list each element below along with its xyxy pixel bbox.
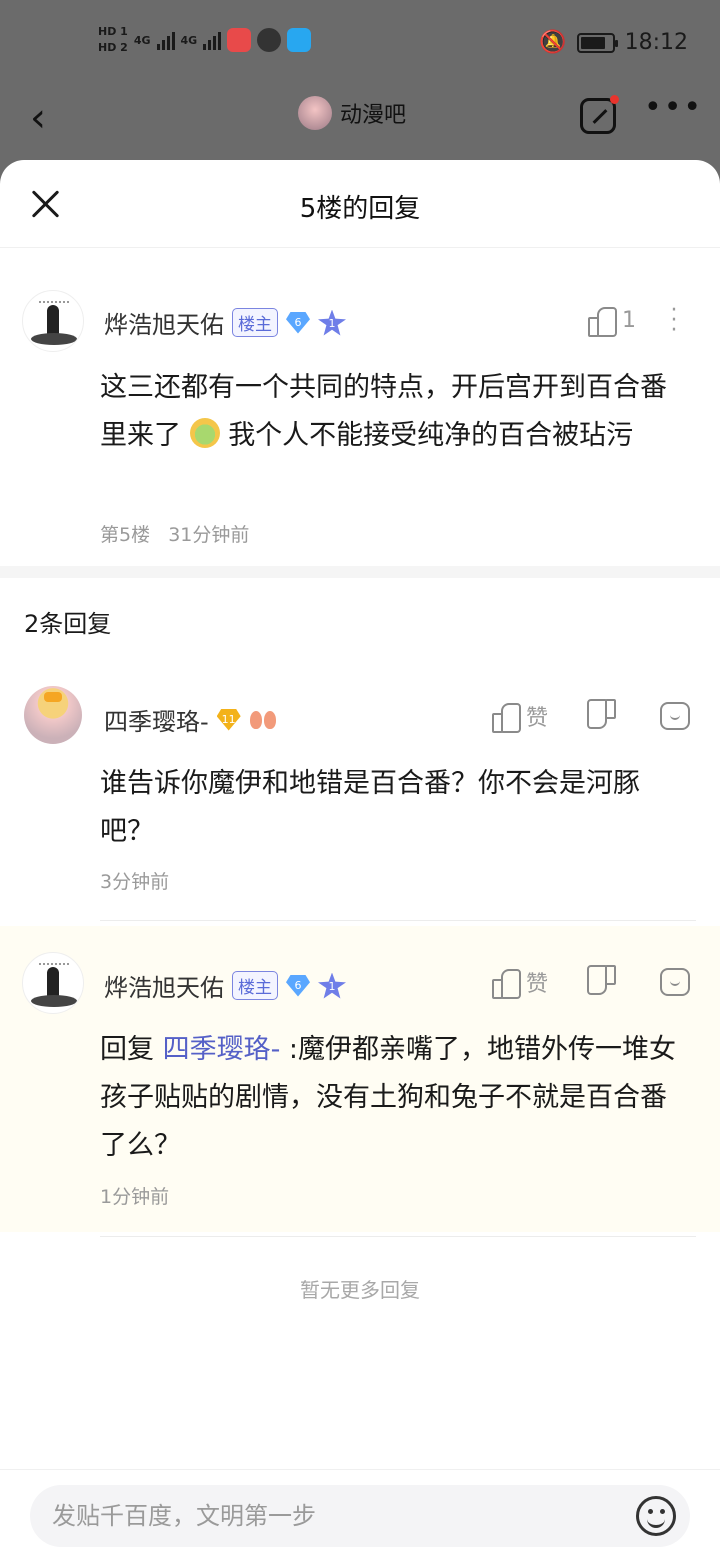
search-app-icon bbox=[287, 28, 312, 52]
avatar[interactable] bbox=[22, 952, 84, 1014]
status-bar: HD 1 HD 2 4G 4G 🔕 18:12 bbox=[0, 0, 720, 90]
lungs-icon bbox=[249, 709, 277, 731]
signal-icon bbox=[156, 30, 175, 50]
forum-avatar bbox=[298, 96, 332, 130]
forum-header: ‹ 动漫吧 ••• bbox=[0, 90, 720, 160]
section-divider bbox=[0, 566, 720, 578]
post-content: 这三还都有一个共同的特点，开后宫开到百合番里来了 我个人不能接受纯净的百合被玷污 bbox=[100, 364, 690, 460]
compose-icon[interactable] bbox=[580, 95, 619, 134]
thumbs-up-icon bbox=[588, 306, 617, 337]
post-meta: 第5楼 31分钟前 bbox=[100, 520, 249, 547]
reply-divider bbox=[100, 920, 696, 921]
net1-label: 4G bbox=[133, 33, 151, 47]
forum-title[interactable]: 动漫吧 bbox=[298, 96, 406, 130]
hd2-label: HD 2 bbox=[98, 41, 128, 54]
bell-muted-icon: 🔕 bbox=[539, 30, 567, 55]
post-text-2: 我个人不能接受纯净的百合被玷污 bbox=[228, 420, 634, 451]
thumbs-up-icon bbox=[492, 968, 521, 999]
username[interactable]: 烨浩旭天佑 bbox=[104, 305, 224, 340]
reply-content: 回复 四季璎珞- :魔伊都亲嘴了，地错外传一堆女孩子贴贴的剧情，没有土狗和兔子不… bbox=[100, 1026, 690, 1170]
reply-time: 3分钟前 bbox=[100, 871, 170, 893]
reply-prefix: 回复 bbox=[100, 1034, 163, 1065]
star-level-badge: 1 bbox=[318, 309, 346, 336]
clock: 18:12 bbox=[624, 30, 688, 55]
more-icon[interactable]: ••• bbox=[644, 90, 703, 125]
huawei-app-icon bbox=[227, 28, 252, 52]
signal-icon-2 bbox=[203, 30, 222, 50]
level-badge: 6 bbox=[286, 974, 310, 997]
op-badge: 楼主 bbox=[232, 971, 278, 1000]
like-label: 赞 bbox=[526, 972, 549, 997]
notification-dot bbox=[610, 95, 619, 104]
like-count: 1 bbox=[622, 307, 636, 333]
like-button[interactable]: 赞 bbox=[492, 700, 549, 733]
reply-content: 谁告诉你魔伊和地错是百合番？你不会是河豚吧？ bbox=[100, 768, 640, 847]
back-icon[interactable]: ‹ bbox=[30, 98, 46, 138]
sick-emoji-icon bbox=[189, 418, 220, 448]
battery-icon bbox=[576, 32, 618, 53]
thumbs-down-icon[interactable] bbox=[588, 968, 616, 996]
comment-input[interactable] bbox=[52, 1497, 612, 1535]
status-right: 🔕 18:12 bbox=[539, 30, 688, 55]
hd-indicator: HD 1 HD 2 bbox=[98, 24, 128, 56]
like-label: 赞 bbox=[526, 706, 549, 731]
hd1-label: HD 1 bbox=[98, 25, 128, 38]
thumbs-up-icon bbox=[492, 702, 521, 733]
forum-name: 动漫吧 bbox=[340, 103, 407, 128]
browser-app-icon bbox=[257, 28, 282, 52]
reply-count: 2条回复 bbox=[24, 610, 112, 638]
emoji-icon[interactable] bbox=[636, 1496, 676, 1536]
like-button[interactable]: 1 bbox=[588, 306, 636, 337]
avatar[interactable] bbox=[24, 686, 82, 744]
level-badge: 6 bbox=[286, 311, 310, 334]
sheet-title: 5楼的回复 bbox=[299, 194, 421, 224]
op-badge: 楼主 bbox=[232, 308, 278, 337]
reply-divider bbox=[100, 1236, 696, 1237]
level-badge: 11 bbox=[216, 708, 241, 731]
reply-author: 烨浩旭天佑 楼主 6 1 bbox=[104, 968, 346, 1003]
composer-bar bbox=[0, 1469, 720, 1560]
reply-time: 1分钟前 bbox=[100, 1186, 170, 1208]
post-author: 烨浩旭天佑 楼主 6 1 bbox=[104, 305, 346, 340]
sheet-header: 5楼的回复 bbox=[0, 160, 720, 248]
username[interactable]: 烨浩旭天佑 bbox=[104, 968, 224, 1003]
reply-sheet: 5楼的回复 烨浩旭天佑 楼主 6 1 1 · · · 这三还都有一个共同的特点，开后… bbox=[0, 160, 720, 1560]
mention-link[interactable]: 四季璎珞- bbox=[163, 1034, 281, 1065]
no-more-replies: 暂无更多回复 bbox=[300, 1278, 420, 1302]
star-level-badge: 1 bbox=[318, 972, 346, 999]
kebab-menu-icon[interactable]: · · · bbox=[670, 300, 678, 342]
like-button[interactable]: 赞 bbox=[492, 966, 549, 999]
comment-icon[interactable] bbox=[660, 968, 690, 996]
username[interactable]: 四季璎珞- bbox=[104, 702, 209, 737]
floor-number: 第5楼 bbox=[100, 524, 151, 546]
post-time: 31分钟前 bbox=[168, 524, 250, 546]
thumbs-down-icon[interactable] bbox=[588, 702, 616, 730]
comment-icon[interactable] bbox=[660, 702, 690, 730]
net2-label: 4G bbox=[180, 33, 198, 47]
comment-field-wrapper bbox=[30, 1485, 690, 1547]
reply-author: 四季璎珞- 11 bbox=[104, 702, 277, 737]
avatar[interactable] bbox=[22, 290, 84, 352]
status-left: HD 1 HD 2 4G 4G bbox=[98, 24, 312, 56]
